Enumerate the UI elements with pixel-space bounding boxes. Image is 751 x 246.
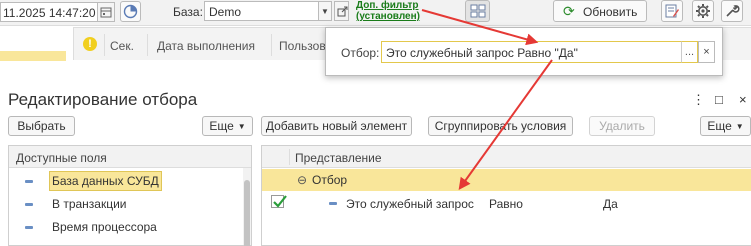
filter-label: Отбор:	[341, 46, 380, 60]
collapse-icon[interactable]: ⊖	[297, 173, 307, 187]
column-header-date[interactable]: Дата выполнения	[157, 39, 255, 53]
column-separator	[271, 34, 272, 56]
more-button-left[interactable]: Еще ▼	[202, 116, 253, 136]
select-button[interactable]: Выбрать	[8, 116, 75, 136]
condition-comparison[interactable]: Равно	[489, 197, 523, 211]
condition-use-checkbox[interactable]	[271, 195, 287, 208]
field-icon	[25, 180, 33, 183]
condition-value[interactable]: Да	[603, 197, 618, 211]
available-fields-panel: Доступные поля База данных СУБД В транза…	[8, 145, 252, 246]
column-separator	[289, 149, 290, 165]
report-pen-icon	[665, 4, 679, 18]
export-report-button[interactable]	[661, 0, 683, 22]
grid-icon	[470, 4, 486, 18]
period-datetime-field[interactable]: 11.2025 14:47:20	[0, 2, 98, 22]
calendar-button[interactable]	[98, 2, 115, 22]
tool-button[interactable]	[721, 0, 743, 22]
settings-button[interactable]	[692, 0, 714, 22]
more-button-left-label: Еще	[209, 119, 234, 133]
open-link-icon	[337, 6, 348, 17]
refresh-icon: ⟳	[563, 3, 575, 19]
base-open-button[interactable]	[334, 1, 349, 21]
filter-condition-row[interactable]: Это служебный запрос Равно Да	[262, 192, 751, 214]
condition-field: Это служебный запрос	[346, 197, 474, 211]
filter-clear-button[interactable]: ×	[698, 41, 715, 63]
chart-button[interactable]	[120, 1, 141, 22]
calendar-icon	[100, 7, 112, 18]
filter-popup: Отбор: Это служебный запрос Равно "Да" .…	[325, 27, 723, 76]
more-button-right[interactable]: Еще ▼	[700, 116, 751, 136]
available-fields-scrollbar[interactable]	[243, 168, 251, 246]
extra-filter-link-title: Доп. фильтр	[356, 0, 419, 11]
field-icon	[329, 202, 337, 205]
wrench-icon	[726, 5, 740, 17]
column-header-seconds[interactable]: Сек.	[110, 39, 134, 53]
available-fields-header: Доступные поля	[9, 146, 251, 168]
maximize-icon[interactable]: □	[715, 92, 723, 107]
chevron-down-icon: ▼	[735, 122, 744, 131]
extra-filter-link-status: (установлен)	[356, 11, 420, 22]
chevron-down-icon: ▼	[237, 122, 246, 131]
refresh-button-label: Обновить	[583, 5, 638, 19]
pie-chart-icon	[123, 4, 138, 19]
more-actions-icon[interactable]: ⋮	[692, 92, 705, 108]
warning-icon: !	[83, 37, 97, 51]
base-select-field[interactable]: Demo	[204, 1, 319, 21]
background-sidebar	[0, 27, 66, 61]
available-field-label: Время процессора	[52, 220, 157, 234]
column-separator	[147, 34, 148, 56]
field-icon	[25, 203, 33, 206]
column-separator	[104, 34, 105, 56]
field-icon	[25, 226, 33, 229]
base-dropdown-button[interactable]: ▼	[318, 1, 332, 21]
filter-group-label: Отбор	[312, 173, 348, 187]
background-selected-row	[0, 51, 66, 61]
extra-filter-link[interactable]: Доп. фильтр (установлен)	[356, 0, 420, 22]
checkmark-icon	[273, 195, 287, 208]
filter-value-field[interactable]: Это служебный запрос Равно "Да"	[381, 41, 683, 63]
refresh-button[interactable]: ⟳ Обновить	[553, 0, 647, 22]
filter-tree-header: Представление	[262, 146, 751, 168]
scrollbar-thumb[interactable]	[244, 180, 250, 246]
filter-tree-panel: Представление ⊖ Отбор Это служебный запр…	[261, 145, 751, 246]
base-label: База:	[173, 5, 203, 19]
layout-toggle-button[interactable]	[465, 0, 490, 22]
filter-open-button[interactable]: ...	[681, 41, 698, 63]
representation-column-header: Представление	[295, 151, 382, 165]
gear-icon	[696, 4, 710, 18]
group-conditions-button[interactable]: Сгруппировать условия	[428, 116, 573, 136]
top-toolbar: 11.2025 14:47:20 База: Demo ▼ Доп. фильт…	[0, 0, 751, 26]
available-field-label: База данных СУБД	[49, 171, 162, 191]
delete-button[interactable]: Удалить	[589, 116, 655, 136]
available-field-label: В транзакции	[52, 197, 127, 211]
filter-group-row[interactable]: ⊖ Отбор	[262, 169, 751, 191]
chevron-down-icon: ▼	[321, 7, 329, 16]
more-button-right-label: Еще	[707, 119, 732, 133]
add-element-button[interactable]: Добавить новый элемент	[261, 116, 412, 136]
close-icon[interactable]: ×	[739, 92, 747, 107]
dialog-title: Редактирование отбора	[8, 90, 198, 109]
